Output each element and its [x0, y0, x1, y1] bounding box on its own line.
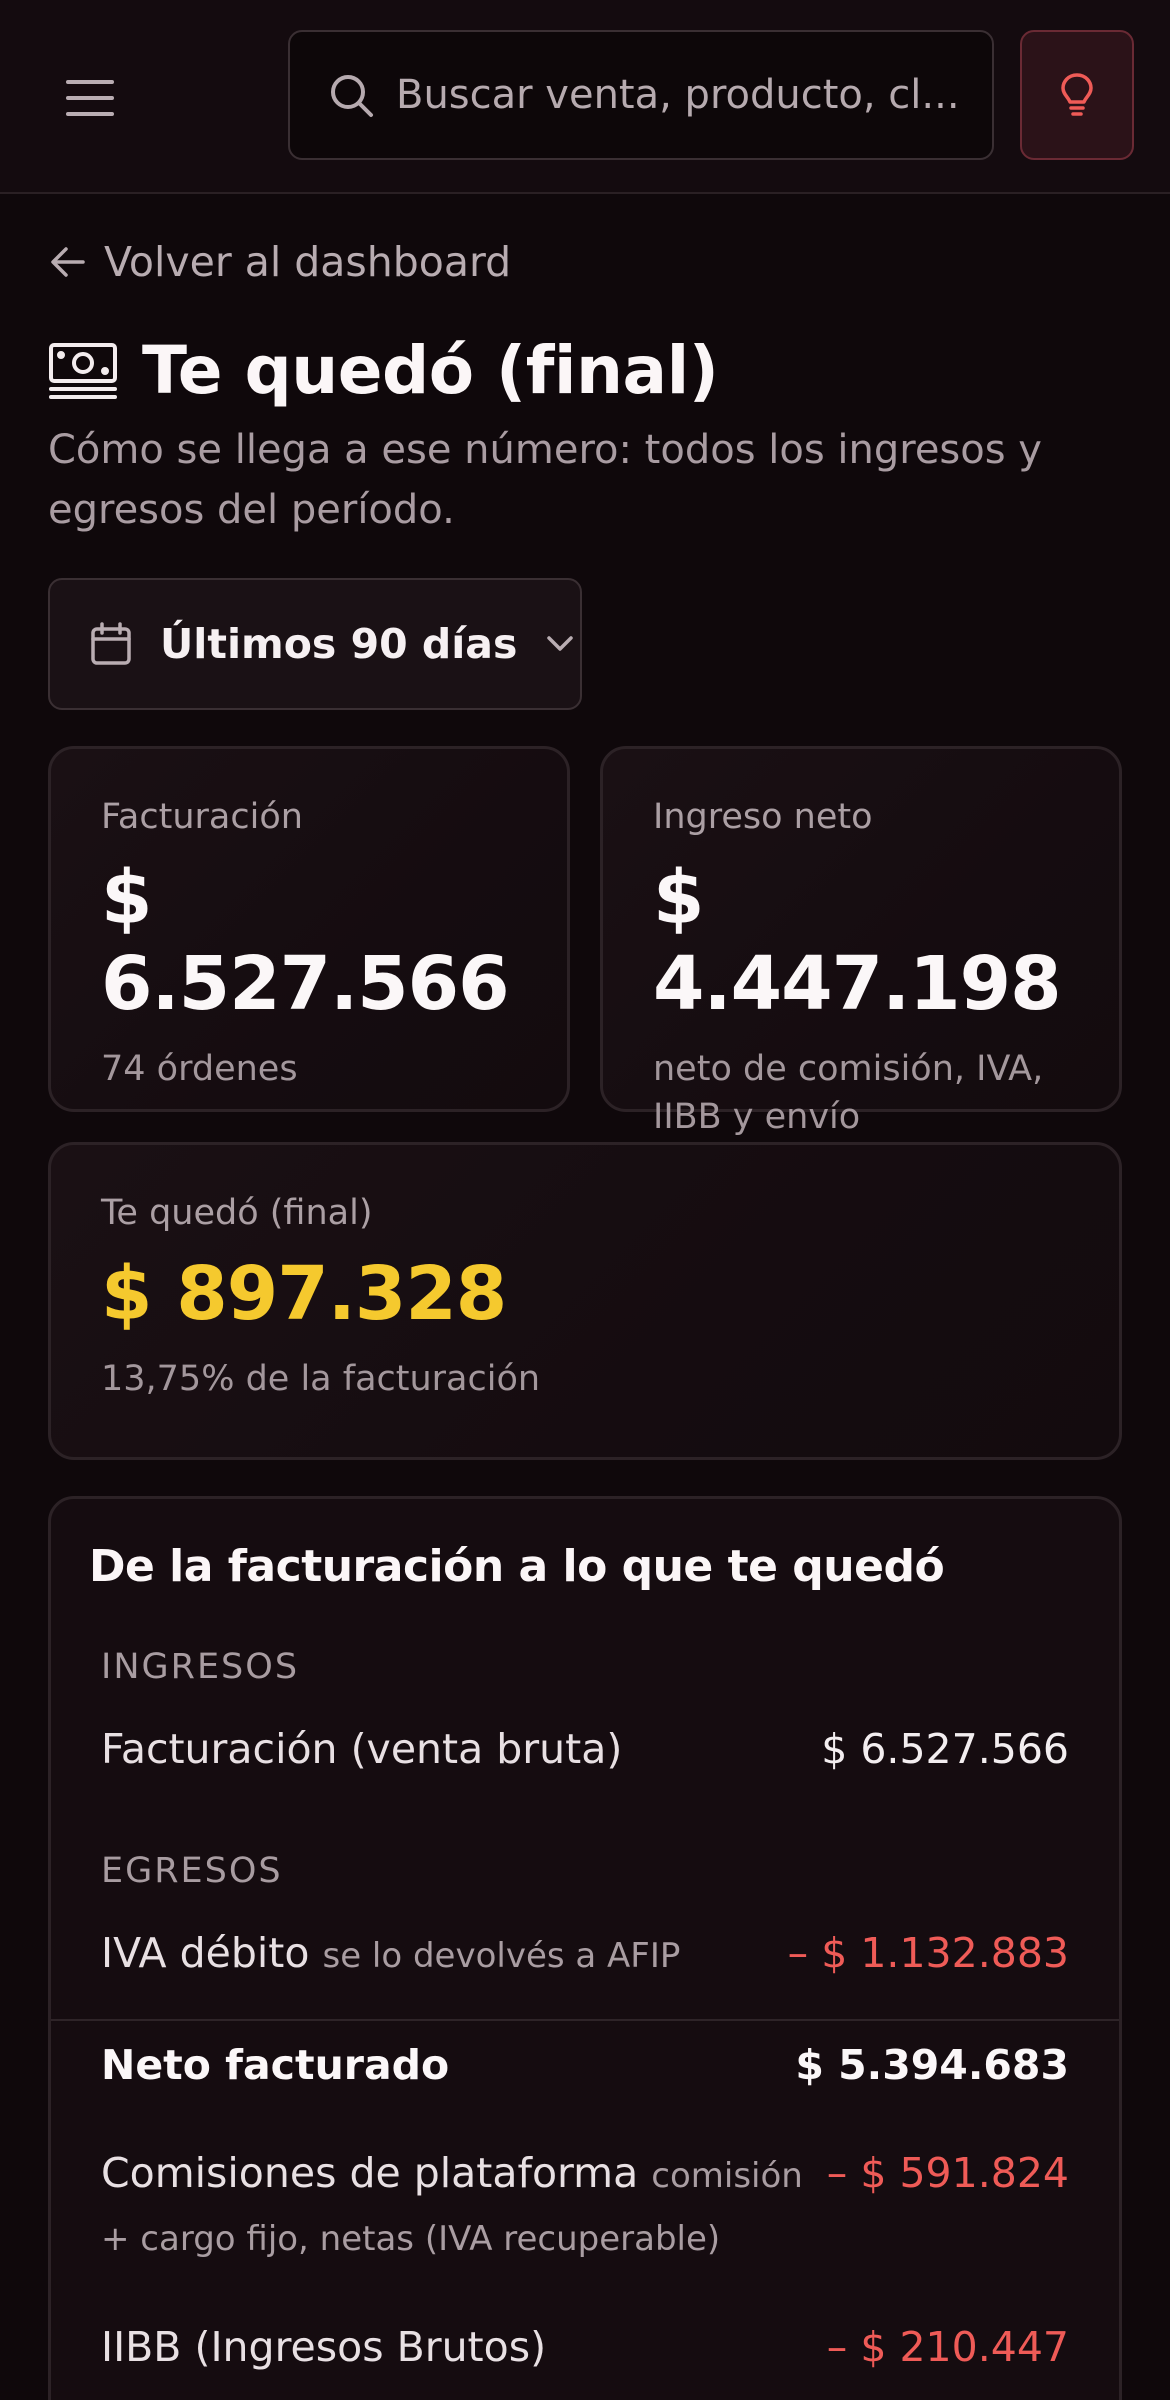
breakdown-title: De la facturación a lo que te quedó — [89, 1541, 945, 1592]
row-name: Facturación (venta bruta) — [101, 1725, 623, 1773]
search-box[interactable] — [288, 30, 994, 160]
kpi-value: $ 6.527.566 — [101, 855, 510, 1027]
back-to-dashboard-link[interactable]: Volver al dashboard — [50, 232, 511, 292]
kpi-value: $ 897.328 — [101, 1251, 507, 1337]
search-icon — [328, 72, 374, 118]
row-amount: $ 6.527.566 — [821, 1725, 1069, 1773]
date-range-label: Últimos 90 días — [160, 620, 518, 668]
breakdown-card: De la facturación a lo que te quedó INGR… — [48, 1496, 1122, 2400]
ideas-button[interactable] — [1020, 30, 1134, 160]
menu-button[interactable] — [50, 62, 130, 134]
kpi-label: Te quedó (final) — [101, 1193, 373, 1233]
row-name: IIBB (Ingresos Brutos) — [101, 2323, 547, 2371]
page-subtitle: Cómo se llega a ese número: todos los in… — [48, 427, 1042, 533]
row-name-text: Comisiones de plataforma — [101, 2149, 639, 2197]
back-link-label: Volver al dashboard — [104, 238, 512, 286]
row-note: se lo devolvés a AFIP — [322, 1936, 681, 1976]
breakdown-row: IIBB (Ingresos Brutos) – $ 210.447 — [101, 2317, 1069, 2377]
row-amount: – $ 1.132.883 — [787, 1929, 1069, 1977]
row-name-text: IVA débito — [101, 1929, 310, 1977]
page-header: Te quedó (final) — [48, 332, 719, 409]
row-amount: – $ 591.824 — [826, 2149, 1069, 2197]
kpi-subtext: 13,75% de la facturación — [101, 1359, 541, 1399]
row-amount: $ 5.394.683 — [795, 2041, 1069, 2089]
date-range-select[interactable]: Últimos 90 días — [48, 578, 582, 710]
kpi-label: Facturación — [101, 797, 303, 837]
kpi-subtext: 74 órdenes — [101, 1049, 298, 1089]
menu-icon — [66, 80, 114, 116]
money-icon — [49, 342, 117, 399]
breakdown-row: IVA débito se lo devolvés a AFIP – $ 1.1… — [101, 1923, 1069, 1986]
page-title: Te quedó (final) — [142, 332, 719, 409]
breakdown-row: Comisiones de plataforma comisión + carg… — [101, 2143, 1069, 2269]
row-amount: – $ 210.447 — [826, 2323, 1069, 2371]
calendar-icon — [91, 622, 131, 665]
kpi-card-net-income: Ingreso neto $ 4.447.198 neto de comisió… — [600, 746, 1122, 1137]
row-name: Comisiones de plataforma comisión + carg… — [101, 2143, 821, 2269]
breakdown-row-subtotal: Neto facturado $ 5.394.683 — [101, 2035, 1069, 2095]
kpi-label: Ingreso neto — [653, 797, 873, 837]
top-bar — [0, 0, 1170, 194]
kpi-card-final: Te quedó (final) $ 897.328 13,75% de la … — [48, 1142, 1122, 1460]
kpi-subtext: neto de comisión, IVA, IIBB y envío — [653, 1049, 1044, 1137]
search-input[interactable] — [396, 72, 992, 118]
row-name: IVA débito se lo devolvés a AFIP — [101, 1923, 680, 1986]
arrow-left-icon — [51, 247, 85, 277]
section-label-income: INGRESOS — [101, 1647, 300, 1687]
divider — [51, 2019, 1119, 2021]
section-label-expenses: EGRESOS — [101, 1851, 283, 1891]
kpi-card-billing: Facturación $ 6.527.566 74 órdenes — [48, 746, 570, 1112]
chevron-down-icon — [547, 636, 574, 651]
lightbulb-icon — [1061, 73, 1093, 116]
row-name: Neto facturado — [101, 2041, 450, 2089]
kpi-value: $ 4.447.198 — [653, 855, 1062, 1027]
breakdown-row: Facturación (venta bruta) $ 6.527.566 — [101, 1719, 1069, 1779]
